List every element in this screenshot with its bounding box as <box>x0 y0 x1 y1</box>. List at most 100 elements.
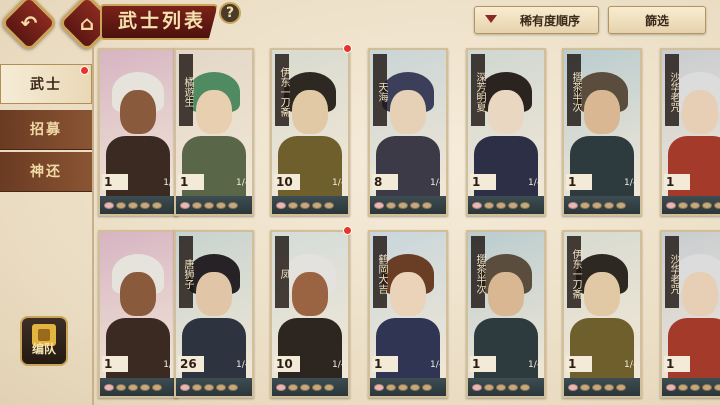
sidebar-divider <box>92 46 94 405</box>
card-copies: 1/- <box>331 178 344 188</box>
tab-return[interactable]: 神还 <box>0 152 92 192</box>
gem-icon <box>568 383 578 391</box>
gem-icon <box>604 201 614 209</box>
skill-gem-bar <box>272 196 348 214</box>
card-level: 1 <box>566 174 592 190</box>
card-level: 1 <box>102 356 128 372</box>
gem-icon <box>180 383 190 391</box>
gem-icon <box>300 201 310 209</box>
gem-icon <box>228 383 238 391</box>
samurai-card[interactable]: 摺茶半次 1 1/- <box>562 48 642 216</box>
gem-icon <box>714 201 720 209</box>
portrait-face <box>390 272 426 316</box>
card-name: 伊东一刀斋 <box>275 54 289 126</box>
gem-icon <box>604 383 614 391</box>
card-name: 沙华老咒 <box>665 236 679 308</box>
gem-icon <box>410 383 420 391</box>
tab-samurai[interactable]: 武士 <box>0 64 92 104</box>
formation-label: 编队 <box>31 342 56 356</box>
skill-gem-bar <box>662 378 720 396</box>
card-copies: 1/ <box>163 360 172 370</box>
gem-icon <box>508 383 518 391</box>
skill-gem-bar <box>564 378 640 396</box>
gem-icon <box>180 201 190 209</box>
sort-button[interactable]: 稀有度順序 <box>474 6 599 34</box>
card-name: 伊东一刀斋 <box>567 236 581 308</box>
gem-icon <box>116 383 126 391</box>
home-icon: ⌂ <box>79 11 95 35</box>
gem-icon <box>592 201 602 209</box>
portrait-face <box>390 90 426 134</box>
samurai-card[interactable]: 伊东一刀斋 1 1/- <box>562 230 642 398</box>
gem-icon <box>104 201 114 209</box>
card-copies: 1/- <box>429 360 442 370</box>
skill-gem-bar <box>662 196 720 214</box>
portrait-face <box>292 272 328 316</box>
gem-icon <box>496 201 506 209</box>
gem-icon <box>204 201 214 209</box>
gem-icon <box>398 383 408 391</box>
skill-gem-bar <box>370 196 446 214</box>
gem-icon <box>568 201 578 209</box>
gem-icon <box>592 383 602 391</box>
gem-icon <box>288 201 298 209</box>
gem-icon <box>472 383 482 391</box>
help-button[interactable]: ? <box>219 2 241 24</box>
gem-icon <box>422 383 432 391</box>
samurai-card[interactable]: 鹤岡大吉 1 1/- <box>368 230 448 398</box>
samurai-card[interactable]: 深芳明夏 1 1/- <box>466 48 546 216</box>
samurai-card[interactable]: 凤 10 1/- <box>270 230 350 398</box>
samurai-card[interactable]: 橘遊生 1 1/- <box>174 48 254 216</box>
card-level: 1 <box>470 356 496 372</box>
skill-gem-bar <box>176 196 252 214</box>
gem-icon <box>312 201 322 209</box>
back-arrow-icon: ↶ <box>20 11 38 35</box>
gem-icon <box>276 383 286 391</box>
card-name: 深芳明夏 <box>471 54 485 126</box>
gem-icon <box>192 383 202 391</box>
samurai-card[interactable]: 1 1/ <box>98 230 178 398</box>
card-level: 10 <box>274 356 300 372</box>
samurai-card[interactable]: 沙华老咒 1 1/- <box>660 230 720 398</box>
samurai-card[interactable]: 沙华老咒 1 1/- <box>660 48 720 216</box>
gem-icon <box>496 383 506 391</box>
portrait-face <box>682 272 718 316</box>
samurai-card[interactable]: 摺茶半次 1 1/- <box>466 230 546 398</box>
gem-icon <box>104 383 114 391</box>
card-copies: 1/- <box>623 360 636 370</box>
samurai-card[interactable]: 1 1/ <box>98 48 178 216</box>
card-copies: 1/- <box>331 360 344 370</box>
back-button[interactable]: ↶ <box>0 0 59 53</box>
gem-icon <box>116 201 126 209</box>
card-level: 10 <box>274 174 300 190</box>
gem-icon <box>216 383 226 391</box>
gem-icon <box>508 201 518 209</box>
tab-recruit[interactable]: 招募 <box>0 110 92 150</box>
gem-icon <box>422 201 432 209</box>
gem-icon <box>702 383 712 391</box>
gem-icon <box>386 201 396 209</box>
samurai-card[interactable]: 天海 8 1/- <box>368 48 448 216</box>
portrait-face <box>196 90 232 134</box>
samurai-card[interactable]: 唐狮子 26 1/- <box>174 230 254 398</box>
gem-icon <box>374 201 384 209</box>
skill-gem-bar <box>176 378 252 396</box>
card-copies: 1/- <box>623 178 636 188</box>
gem-icon <box>484 201 494 209</box>
gem-icon <box>702 201 712 209</box>
gem-icon <box>410 201 420 209</box>
dropdown-arrow-icon <box>485 15 497 23</box>
samurai-card[interactable]: 伊东一刀斋 10 1/- <box>270 48 350 216</box>
gem-icon <box>374 383 384 391</box>
filter-button[interactable]: 篩选 <box>608 6 706 34</box>
card-copies: 1/- <box>712 178 720 190</box>
gem-icon <box>666 201 676 209</box>
card-name: 沙华老咒 <box>665 54 679 126</box>
portrait-face <box>584 272 620 316</box>
gem-icon <box>580 201 590 209</box>
skill-gem-bar <box>272 378 348 396</box>
samurai-list-screen: ↶ ⌂ 武士列表 ? 稀有度順序 篩选 武士 招募 神还 编队 1 1/橘遊生 1 1… <box>0 0 720 405</box>
gem-icon <box>398 201 408 209</box>
gem-icon <box>128 383 138 391</box>
gem-icon <box>484 383 494 391</box>
